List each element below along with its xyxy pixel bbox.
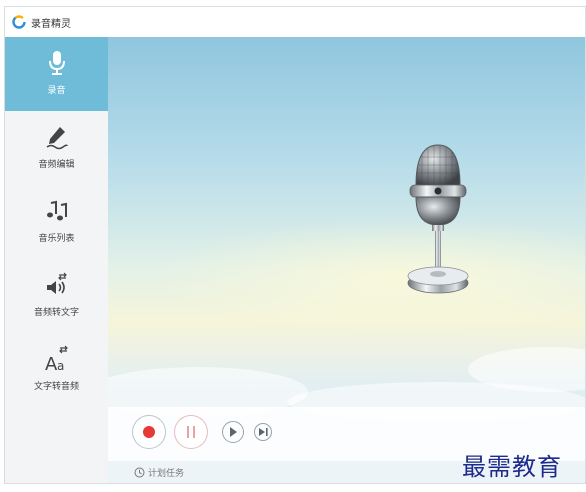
clock-icon xyxy=(134,467,145,477)
sidebar-item-label: 音频转文字 xyxy=(33,308,79,318)
text-convert-icon: A a xyxy=(5,345,108,373)
sidebar-item-text-to-audio[interactable]: A a 文字转音频 xyxy=(5,333,108,407)
app-title: 录音精灵 xyxy=(31,19,71,30)
microphone-illustration-icon xyxy=(407,144,469,294)
record-button[interactable] xyxy=(132,415,166,449)
sidebar-item-record[interactable]: 录音 xyxy=(5,37,108,111)
sky-glow xyxy=(148,217,585,337)
speaker-convert-icon xyxy=(5,271,108,299)
watermark: 最需教育 xyxy=(462,453,562,481)
title-bar: 录音精灵 xyxy=(5,7,585,38)
sidebar-item-audio-to-text[interactable]: 音频转文字 xyxy=(5,259,108,333)
recording-panel: 计划任务 xyxy=(108,37,585,483)
music-notes-icon xyxy=(5,197,108,225)
schedule-task-label: 计划任务 xyxy=(148,468,185,479)
record-icon xyxy=(143,426,155,438)
sidebar-item-audio-edit[interactable]: 音频编辑 xyxy=(5,111,108,185)
skip-next-icon xyxy=(258,428,268,436)
sidebar-item-label: 音频编辑 xyxy=(38,160,75,170)
sidebar-item-label: 文字转音频 xyxy=(33,382,79,392)
schedule-task-link[interactable]: 计划任务 xyxy=(134,465,184,479)
sidebar-item-label: 音乐列表 xyxy=(38,234,75,244)
microphone-icon xyxy=(5,49,108,77)
app-logo-icon xyxy=(12,15,26,29)
pause-button[interactable] xyxy=(174,415,208,449)
sidebar: 录音 音频编辑 音乐列表 音频转文字 A a 文字转音频 xyxy=(5,37,108,483)
app-window: 录音精灵 录音 音频编辑 音乐列表 音频转文字 A a 文字转音频 计划任务 xyxy=(4,6,586,484)
play-button[interactable] xyxy=(222,421,244,443)
next-button[interactable] xyxy=(254,423,272,441)
sidebar-item-music-list[interactable]: 音乐列表 xyxy=(5,185,108,259)
pause-icon xyxy=(187,426,195,438)
play-icon xyxy=(230,427,237,437)
pen-icon xyxy=(5,123,108,151)
svg-text:a: a xyxy=(57,359,64,373)
sidebar-item-label: 录音 xyxy=(47,86,66,96)
